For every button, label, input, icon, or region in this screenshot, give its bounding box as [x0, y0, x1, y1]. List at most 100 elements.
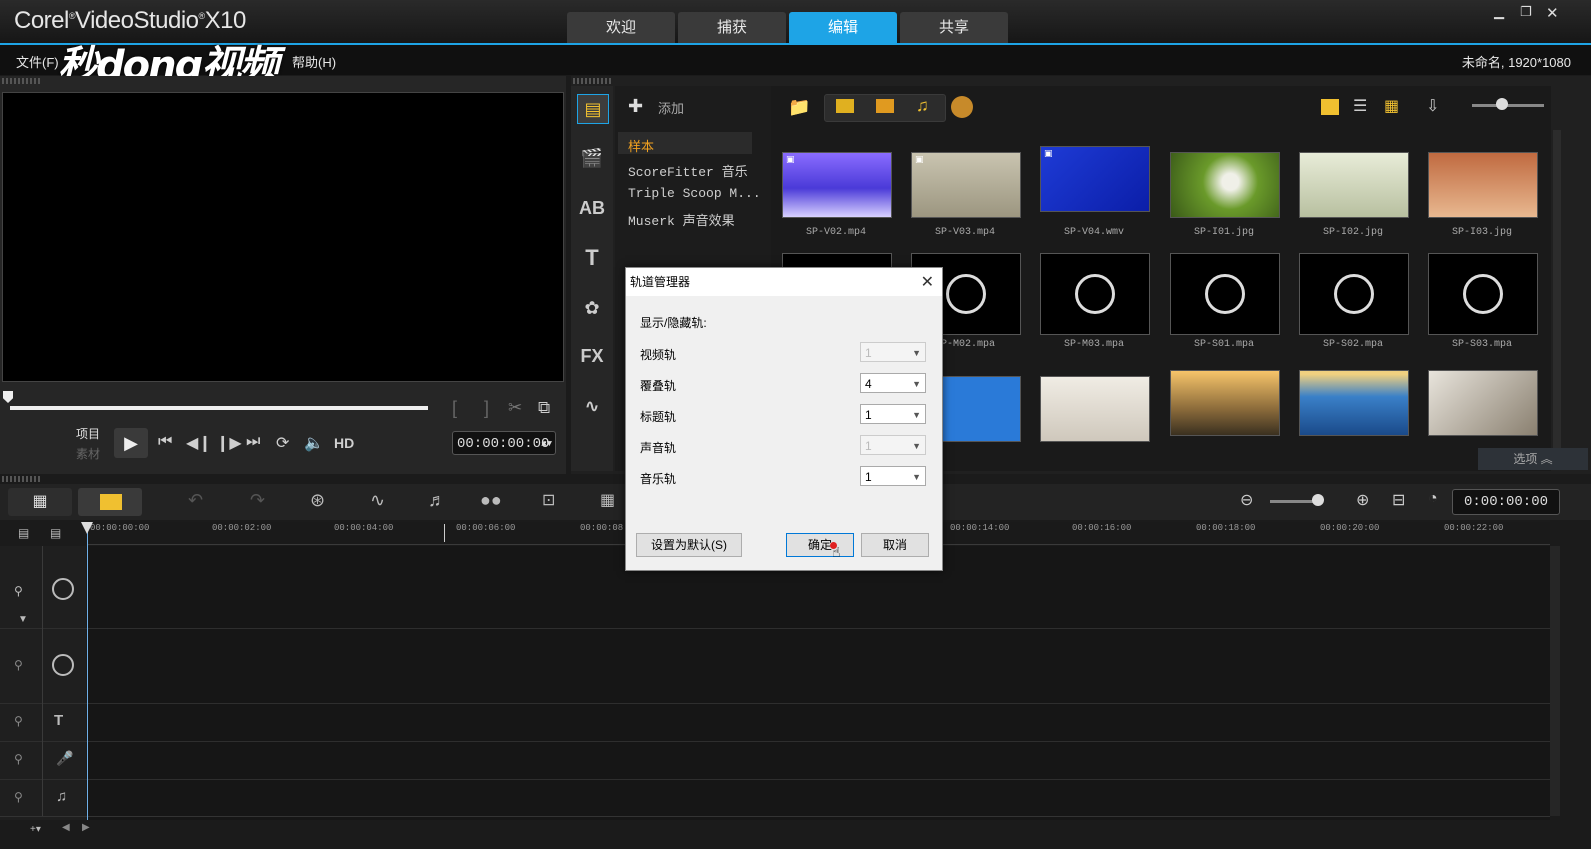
add-folder-button[interactable]: 添加 [658, 98, 684, 117]
show-video-icon[interactable] [836, 99, 854, 113]
panel-grip[interactable] [573, 78, 613, 84]
timeline-zoom-slider[interactable] [1270, 500, 1316, 503]
category-muserk[interactable]: Muserk 声音效果 [628, 210, 735, 229]
ripple-edit-icon[interactable]: ⚲ [14, 584, 23, 598]
project-duration-icon[interactable]: ◔ [1428, 490, 1438, 508]
panel-grip[interactable] [2, 78, 42, 84]
thumb-sp-s03[interactable] [1428, 253, 1538, 335]
storyboard-view-button[interactable]: ▦ [8, 488, 72, 516]
zoom-in-icon[interactable]: ⊕ [1356, 490, 1369, 510]
split-clip-icon[interactable]: ✂ [508, 398, 522, 418]
repeat-icon[interactable]: ⟳ [276, 433, 289, 453]
mark-out-icon[interactable]: ] [484, 398, 489, 419]
mode-clip[interactable]: 素材 [76, 445, 100, 462]
stepper-icon[interactable]: ▲▼ [541, 432, 552, 456]
list-view-active-icon[interactable] [1321, 99, 1339, 115]
end-icon[interactable]: ⏭ [246, 433, 260, 451]
timeline-timecode[interactable]: 0:00:00:00 [1452, 489, 1560, 515]
undo-icon[interactable]: ↶ [188, 490, 203, 511]
media-library-icon[interactable]: ▤ [577, 94, 609, 124]
filter-fx-icon[interactable]: FX [577, 342, 607, 370]
ok-button[interactable]: 确定 [786, 533, 854, 557]
smart-package-icon[interactable] [951, 96, 973, 118]
volume-icon[interactable]: 🔈 [304, 433, 324, 453]
tab-share[interactable]: 共享 [900, 12, 1008, 44]
thumb-sp-v02[interactable] [782, 152, 892, 218]
thumb-sp-i01[interactable] [1170, 152, 1280, 218]
scroll-left-icon[interactable]: ◀ [62, 822, 70, 833]
add-track-icon[interactable]: +▾ [30, 824, 41, 835]
thumb-row3-3[interactable] [1170, 370, 1280, 436]
panel-grip[interactable] [2, 476, 42, 482]
motion-tracking-icon[interactable]: ●● [480, 490, 502, 511]
path-icon[interactable]: ∿ [577, 392, 607, 420]
restore-icon[interactable]: ❐ [1520, 4, 1532, 20]
transition-icon[interactable]: AB [577, 194, 607, 222]
show-audio-icon[interactable]: ♫ [916, 96, 929, 116]
cancel-button[interactable]: 取消 [861, 533, 929, 557]
multi-camera-icon[interactable]: ▦ [600, 490, 615, 510]
next-frame-icon[interactable]: ❙▶ [216, 433, 242, 453]
timeline-scrollbar[interactable] [1550, 546, 1560, 816]
set-default-button[interactable]: 设置为默认(S) [636, 533, 742, 557]
show-photo-icon[interactable] [876, 99, 894, 113]
zoom-knob[interactable] [1312, 494, 1324, 506]
mode-project[interactable]: 项目 [76, 425, 100, 442]
thumb-sp-m03[interactable] [1040, 253, 1150, 335]
thumb-row3-5[interactable] [1428, 370, 1538, 436]
title-icon[interactable]: T [577, 244, 607, 272]
collapse-icon[interactable]: ▼ [18, 614, 28, 625]
auto-music-icon[interactable]: ♬ [428, 490, 446, 511]
thumb-row3-4[interactable] [1299, 370, 1409, 436]
graphic-icon[interactable]: ✿ [577, 294, 607, 322]
tab-welcome[interactable]: 欢迎 [567, 12, 675, 44]
thumbnail-size-slider[interactable] [1472, 104, 1544, 107]
menu-file[interactable]: 文件(F) [16, 52, 59, 71]
options-tab[interactable]: 选项 ︽ [1478, 448, 1588, 470]
library-scrollbar[interactable] [1553, 130, 1561, 450]
lock-icon[interactable]: ⚲ [14, 790, 23, 804]
thumb-row3-2[interactable] [1040, 376, 1150, 442]
tab-edit[interactable]: 编辑 [789, 12, 897, 44]
add-chapter-icon[interactable]: ▤ [50, 526, 61, 540]
category-triple-scoop[interactable]: Triple Scoop M... [628, 186, 761, 201]
subtitle-editor-icon[interactable]: ⊡ [542, 490, 555, 510]
track-manager-icon[interactable]: ▤ [18, 526, 29, 540]
overlay-track-select[interactable]: 4 ▼ [860, 373, 926, 393]
sound-mixer-icon[interactable]: ∿ [370, 490, 385, 511]
timeline-view-button[interactable] [78, 488, 142, 516]
scroll-right-icon[interactable]: ▶ [82, 822, 90, 833]
home-icon[interactable]: ⏮ [158, 433, 172, 451]
music-track-select[interactable]: 1 ▼ [860, 466, 926, 486]
thumb-sp-v03[interactable] [911, 152, 1021, 218]
lock-icon[interactable]: ⚲ [14, 752, 23, 766]
tab-capture[interactable]: 捕获 [678, 12, 786, 44]
redo-icon[interactable]: ↷ [250, 490, 265, 511]
fit-project-icon[interactable]: ⊟ [1392, 490, 1405, 510]
thumb-sp-i02[interactable] [1299, 152, 1409, 218]
scrub-bar[interactable] [10, 406, 428, 410]
lock-icon[interactable]: ⚲ [14, 714, 23, 728]
folder-icon[interactable]: 📁 [788, 97, 810, 118]
hd-toggle[interactable]: HD [334, 435, 354, 451]
playhead[interactable] [87, 522, 88, 820]
add-icon[interactable]: ✚ [628, 96, 643, 117]
lock-icon[interactable]: ⚲ [14, 658, 23, 672]
title-track-select[interactable]: 1 ▼ [860, 404, 926, 424]
enlarge-preview-icon[interactable]: ⧉ [538, 398, 550, 418]
thumb-sp-i03[interactable] [1428, 152, 1538, 218]
minimize-icon[interactable]: ▁ [1494, 4, 1504, 20]
zoom-out-icon[interactable]: ⊖ [1240, 490, 1253, 510]
close-icon[interactable]: ✕ [1546, 4, 1559, 22]
play-button[interactable]: ▶ [114, 428, 148, 458]
record-capture-icon[interactable]: ⊛ [310, 490, 325, 511]
details-view-icon[interactable]: ☰ [1353, 96, 1367, 116]
instant-project-icon[interactable]: 🎬 [577, 144, 607, 172]
menu-help[interactable]: 帮助(H) [292, 52, 336, 71]
mark-in-icon[interactable]: [ [452, 398, 457, 419]
category-sample[interactable]: 样本 [628, 136, 654, 155]
category-scorefitter[interactable]: ScoreFitter 音乐 [628, 161, 748, 180]
thumb-sp-s02[interactable] [1299, 253, 1409, 335]
thumbnail-view-icon[interactable]: ▦ [1384, 96, 1399, 116]
previous-frame-icon[interactable]: ◀❙ [186, 433, 212, 453]
